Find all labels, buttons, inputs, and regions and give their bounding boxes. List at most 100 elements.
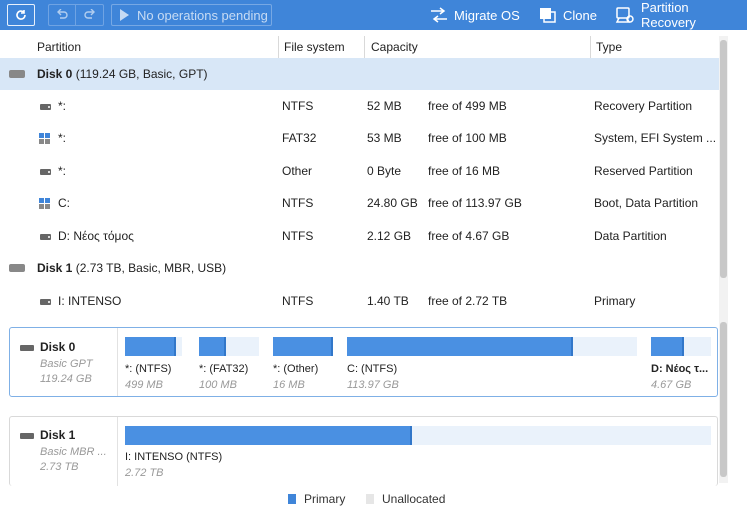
partition-fs: NTFS xyxy=(282,229,314,243)
map-scroll-thumb[interactable] xyxy=(720,322,727,477)
table-row[interactable]: *: Other 0 Byte free of 16 MB Reserved P… xyxy=(0,155,720,187)
table-scroll-thumb[interactable] xyxy=(720,40,727,278)
column-divider[interactable] xyxy=(278,36,279,58)
table-row[interactable]: *: FAT32 53 MB free of 100 MB System, EF… xyxy=(0,122,720,154)
undo-button[interactable] xyxy=(48,4,75,26)
segment-bar xyxy=(273,337,333,356)
partition-name: *: xyxy=(58,99,67,113)
windows-partition-icon xyxy=(39,133,51,144)
disk-map-name: Disk 0 xyxy=(40,340,76,354)
column-divider[interactable] xyxy=(590,36,591,58)
header-capacity[interactable]: Capacity xyxy=(371,40,418,54)
header-partition[interactable]: Partition xyxy=(37,40,81,54)
partition-used: 1.40 TB xyxy=(367,294,409,308)
partition-used: 53 MB xyxy=(367,131,402,145)
segment-label: I: INTENSO (NTFS) xyxy=(125,451,223,463)
partition-fs: NTFS xyxy=(282,99,314,113)
segment-label: C: (NTFS) xyxy=(347,363,398,375)
segment-bar xyxy=(199,337,259,356)
segment-bar xyxy=(347,337,637,356)
partition-recovery-button[interactable]: Partition Recovery xyxy=(615,0,747,30)
partition-name: C: xyxy=(58,196,70,210)
migrate-os-button[interactable]: Migrate OS xyxy=(430,0,520,30)
header-type[interactable]: Type xyxy=(596,40,622,54)
segment-label: *: (Other) xyxy=(273,363,319,375)
table-row[interactable]: C: NTFS 24.80 GB free of 113.97 GB Boot,… xyxy=(0,187,720,219)
segment-fill xyxy=(273,337,333,356)
segment-bar xyxy=(125,426,711,445)
partition-free: free of 100 MB xyxy=(428,131,507,145)
toolbar: No operations pending Migrate OS Clone P… xyxy=(0,0,747,30)
partition-used: 0 Byte xyxy=(367,164,402,178)
primary-swatch xyxy=(288,494,296,504)
segment-label: *: (NTFS) xyxy=(125,363,172,375)
partition-type: Reserved Partition xyxy=(594,164,693,178)
partition-free: free of 113.97 GB xyxy=(428,196,522,210)
migrate-icon xyxy=(431,7,447,23)
partition-name: I: INTENSO xyxy=(58,294,122,308)
table-row[interactable]: *: NTFS 52 MB free of 499 MB Recovery Pa… xyxy=(0,90,720,122)
windows-partition-icon xyxy=(39,198,51,209)
redo-button[interactable] xyxy=(75,4,104,26)
partition-fs: NTFS xyxy=(282,196,314,210)
disk-row-disk0[interactable]: Disk 0 (119.24 GB, Basic, GPT) xyxy=(0,58,720,90)
disk-map-info: Disk 1 Basic MBR ... 2.73 TB xyxy=(10,417,118,486)
partition-free: free of 16 MB xyxy=(428,164,501,178)
disk-name: Disk 1 xyxy=(37,261,73,275)
play-icon xyxy=(120,9,129,21)
migrate-label: Migrate OS xyxy=(454,7,520,23)
disk-name: Disk 0 xyxy=(37,67,73,81)
legend-primary-label: Primary xyxy=(304,492,346,506)
undo-icon xyxy=(57,9,68,19)
disk-map-name: Disk 1 xyxy=(40,428,76,442)
partition-type: Primary xyxy=(594,294,636,308)
disk-icon xyxy=(9,264,25,272)
partition-icon xyxy=(40,234,51,240)
clone-button[interactable]: Clone xyxy=(539,0,597,30)
disk-details: (119.24 GB, Basic, GPT) xyxy=(72,67,208,81)
partition-used: 52 MB xyxy=(367,99,402,113)
segment-fill xyxy=(125,426,413,445)
segment-bar xyxy=(651,337,711,356)
disk-map-style: Basic MBR ... xyxy=(40,446,107,458)
segment-size: 2.72 TB xyxy=(125,467,164,479)
partition-free: free of 2.72 TB xyxy=(428,294,508,308)
partition-free: free of 499 MB xyxy=(428,99,507,113)
disk-row-disk1[interactable]: Disk 1 (2.73 TB, Basic, MBR, USB) xyxy=(0,252,720,284)
disk-icon xyxy=(20,345,34,351)
partition-type: Recovery Partition xyxy=(594,99,693,113)
partition-fs: NTFS xyxy=(282,294,314,308)
segment-size: 100 MB xyxy=(199,379,237,391)
table-row[interactable]: I: INTENSO NTFS 1.40 TB free of 2.72 TB … xyxy=(0,285,720,317)
partition-icon xyxy=(40,104,51,110)
table-header: Partition File system Capacity Type xyxy=(0,36,720,58)
disk-map-size: 119.24 GB xyxy=(40,373,92,385)
pending-label: No operations pending xyxy=(137,7,268,23)
refresh-button[interactable] xyxy=(7,4,35,26)
table-row[interactable]: D: Νέος τόμος NTFS 2.12 GB free of 4.67 … xyxy=(0,220,720,252)
disk-icon xyxy=(20,433,34,439)
segment-label: *: (FAT32) xyxy=(199,363,249,375)
segment-size: 499 MB xyxy=(125,379,163,391)
legend-unallocated-label: Unallocated xyxy=(382,492,446,506)
column-divider[interactable] xyxy=(364,36,365,58)
segment-fill xyxy=(651,337,684,356)
partition-icon xyxy=(40,169,51,175)
recovery-icon xyxy=(615,7,634,23)
legend-unallocated: Unallocated xyxy=(366,492,445,506)
disk-icon xyxy=(9,70,25,78)
segment-fill xyxy=(347,337,574,356)
segment-label: D: Νέος τ... xyxy=(651,363,709,375)
clone-label: Clone xyxy=(563,7,597,23)
disk-details: (2.73 TB, Basic, MBR, USB) xyxy=(72,261,227,275)
segment-size: 113.97 GB xyxy=(347,379,399,391)
partition-name: D: Νέος τόμος xyxy=(58,229,134,243)
header-filesystem[interactable]: File system xyxy=(284,40,345,54)
partition-used: 24.80 GB xyxy=(367,196,418,210)
recovery-label: Partition Recovery xyxy=(640,0,696,30)
refresh-icon xyxy=(16,10,26,20)
execute-operations-button[interactable]: No operations pending xyxy=(111,4,272,26)
partition-name: *: xyxy=(58,131,67,145)
partition-name: *: xyxy=(58,164,67,178)
partition-free: free of 4.67 GB xyxy=(428,229,510,243)
